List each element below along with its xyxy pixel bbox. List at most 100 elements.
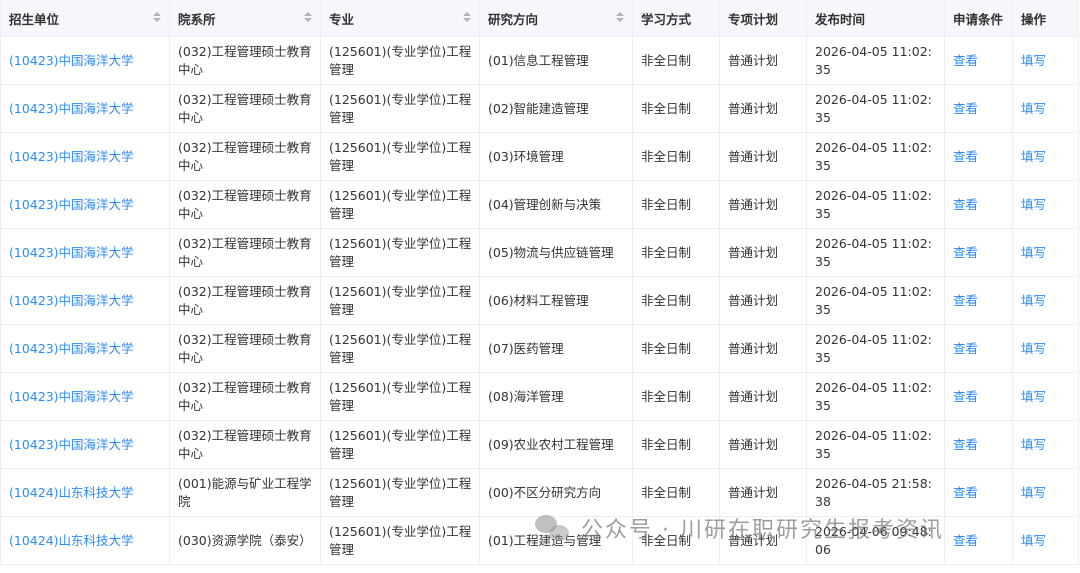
header-label: 申请条件 <box>953 11 1004 27</box>
table-header-row: 招生单位 院系所 专业 研究方向 学习方式 专项计划 发布时间 申请条件 操作 <box>0 0 1079 37</box>
view-conditions-link[interactable]: 查看 <box>944 324 1013 373</box>
unit-link[interactable]: (10423)中国海洋大学 <box>0 324 170 373</box>
dept-cell: (032)工程管理硕士教育中心 <box>169 324 321 373</box>
header-label: 招生单位 <box>9 11 60 27</box>
fill-in-link[interactable]: 填写 <box>1012 36 1079 85</box>
fill-in-link[interactable]: 填写 <box>1012 372 1079 421</box>
table-row: (10423)中国海洋大学 (032)工程管理硕士教育中心 (125601)(专业学… <box>0 276 1079 325</box>
dept-cell: (030)资源学院（泰安） <box>169 516 321 565</box>
unit-link[interactable]: (10423)中国海洋大学 <box>0 84 170 133</box>
major-cell: (125601)(专业学位)工程管理 <box>320 276 480 325</box>
time-cell: 2026-04-05 11:02:35 <box>806 228 945 277</box>
time-cell: 2026-04-05 11:02:35 <box>806 84 945 133</box>
header-operation: 操作 <box>1012 0 1079 37</box>
major-cell: (125601)(专业学位)工程管理 <box>320 228 480 277</box>
plan-cell: 普通计划 <box>719 36 807 85</box>
mode-cell: 非全日制 <box>632 228 720 277</box>
unit-link[interactable]: (10423)中国海洋大学 <box>0 180 170 229</box>
dept-cell: (032)工程管理硕士教育中心 <box>169 228 321 277</box>
header-direction[interactable]: 研究方向 <box>479 0 633 37</box>
view-conditions-link[interactable]: 查看 <box>944 180 1013 229</box>
fill-in-link[interactable]: 填写 <box>1012 228 1079 277</box>
view-conditions-link[interactable]: 查看 <box>944 132 1013 181</box>
dept-cell: (032)工程管理硕士教育中心 <box>169 84 321 133</box>
major-cell: (125601)(专业学位)工程管理 <box>320 372 480 421</box>
mode-cell: 非全日制 <box>632 276 720 325</box>
fill-in-link[interactable]: 填写 <box>1012 516 1079 565</box>
header-major[interactable]: 专业 <box>320 0 480 37</box>
header-unit[interactable]: 招生单位 <box>0 0 170 37</box>
fill-in-link[interactable]: 填写 <box>1012 84 1079 133</box>
time-cell: 2026-04-05 11:02:35 <box>806 180 945 229</box>
mode-cell: 非全日制 <box>632 516 720 565</box>
direction-cell: (08)海洋管理 <box>479 372 633 421</box>
fill-in-link[interactable]: 填写 <box>1012 324 1079 373</box>
table-row: (10423)中国海洋大学 (032)工程管理硕士教育中心 (125601)(专业学… <box>0 132 1079 181</box>
plan-cell: 普通计划 <box>719 180 807 229</box>
mode-cell: 非全日制 <box>632 372 720 421</box>
major-cell: (125601)(专业学位)工程管理 <box>320 420 480 469</box>
time-cell: 2026-04-05 11:02:35 <box>806 324 945 373</box>
unit-link[interactable]: (10423)中国海洋大学 <box>0 228 170 277</box>
major-cell: (125601)(专业学位)工程管理 <box>320 180 480 229</box>
results-table: 招生单位 院系所 专业 研究方向 学习方式 专项计划 发布时间 申请条件 操作 … <box>0 0 1079 565</box>
time-cell: 2026-04-05 21:58:38 <box>806 468 945 517</box>
fill-in-link[interactable]: 填写 <box>1012 276 1079 325</box>
dept-cell: (001)能源与矿业工程学院 <box>169 468 321 517</box>
view-conditions-link[interactable]: 查看 <box>944 276 1013 325</box>
plan-cell: 普通计划 <box>719 324 807 373</box>
unit-link[interactable]: (10423)中国海洋大学 <box>0 36 170 85</box>
sort-icon[interactable] <box>616 11 624 25</box>
header-mode: 学习方式 <box>632 0 720 37</box>
time-cell: 2026-04-05 11:02:35 <box>806 420 945 469</box>
sort-icon[interactable] <box>304 11 312 25</box>
fill-in-link[interactable]: 填写 <box>1012 132 1079 181</box>
table-row: (10423)中国海洋大学 (032)工程管理硕士教育中心 (125601)(专业学… <box>0 228 1079 277</box>
major-cell: (125601)(专业学位)工程管理 <box>320 516 480 565</box>
dept-cell: (032)工程管理硕士教育中心 <box>169 276 321 325</box>
plan-cell: 普通计划 <box>719 84 807 133</box>
fill-in-link[interactable]: 填写 <box>1012 420 1079 469</box>
direction-cell: (07)医药管理 <box>479 324 633 373</box>
plan-cell: 普通计划 <box>719 276 807 325</box>
fill-in-link[interactable]: 填写 <box>1012 468 1079 517</box>
header-label: 研究方向 <box>488 11 539 27</box>
direction-cell: (04)管理创新与决策 <box>479 180 633 229</box>
view-conditions-link[interactable]: 查看 <box>944 84 1013 133</box>
view-conditions-link[interactable]: 查看 <box>944 468 1013 517</box>
time-cell: 2026-04-05 11:02:35 <box>806 132 945 181</box>
header-time: 发布时间 <box>806 0 945 37</box>
dept-cell: (032)工程管理硕士教育中心 <box>169 36 321 85</box>
mode-cell: 非全日制 <box>632 132 720 181</box>
table-row: (10423)中国海洋大学 (032)工程管理硕士教育中心 (125601)(专业学… <box>0 36 1079 85</box>
view-conditions-link[interactable]: 查看 <box>944 420 1013 469</box>
major-cell: (125601)(专业学位)工程管理 <box>320 84 480 133</box>
header-dept[interactable]: 院系所 <box>169 0 321 37</box>
header-label: 专项计划 <box>728 11 779 27</box>
view-conditions-link[interactable]: 查看 <box>944 228 1013 277</box>
plan-cell: 普通计划 <box>719 228 807 277</box>
mode-cell: 非全日制 <box>632 180 720 229</box>
header-plan: 专项计划 <box>719 0 807 37</box>
header-label: 操作 <box>1021 11 1047 27</box>
unit-link[interactable]: (10424)山东科技大学 <box>0 468 170 517</box>
unit-link[interactable]: (10424)山东科技大学 <box>0 516 170 565</box>
major-cell: (125601)(专业学位)工程管理 <box>320 324 480 373</box>
dept-cell: (032)工程管理硕士教育中心 <box>169 420 321 469</box>
unit-link[interactable]: (10423)中国海洋大学 <box>0 420 170 469</box>
sort-icon[interactable] <box>463 11 471 25</box>
table-body: (10423)中国海洋大学 (032)工程管理硕士教育中心 (125601)(专业学… <box>0 36 1079 565</box>
table-row: (10423)中国海洋大学 (032)工程管理硕士教育中心 (125601)(专业学… <box>0 180 1079 229</box>
sort-icon[interactable] <box>153 11 161 25</box>
unit-link[interactable]: (10423)中国海洋大学 <box>0 372 170 421</box>
table-row: (10423)中国海洋大学 (032)工程管理硕士教育中心 (125601)(专业学… <box>0 420 1079 469</box>
view-conditions-link[interactable]: 查看 <box>944 372 1013 421</box>
unit-link[interactable]: (10423)中国海洋大学 <box>0 132 170 181</box>
view-conditions-link[interactable]: 查看 <box>944 516 1013 565</box>
major-cell: (125601)(专业学位)工程管理 <box>320 468 480 517</box>
view-conditions-link[interactable]: 查看 <box>944 36 1013 85</box>
fill-in-link[interactable]: 填写 <box>1012 180 1079 229</box>
unit-link[interactable]: (10423)中国海洋大学 <box>0 276 170 325</box>
plan-cell: 普通计划 <box>719 372 807 421</box>
direction-cell: (09)农业农村工程管理 <box>479 420 633 469</box>
